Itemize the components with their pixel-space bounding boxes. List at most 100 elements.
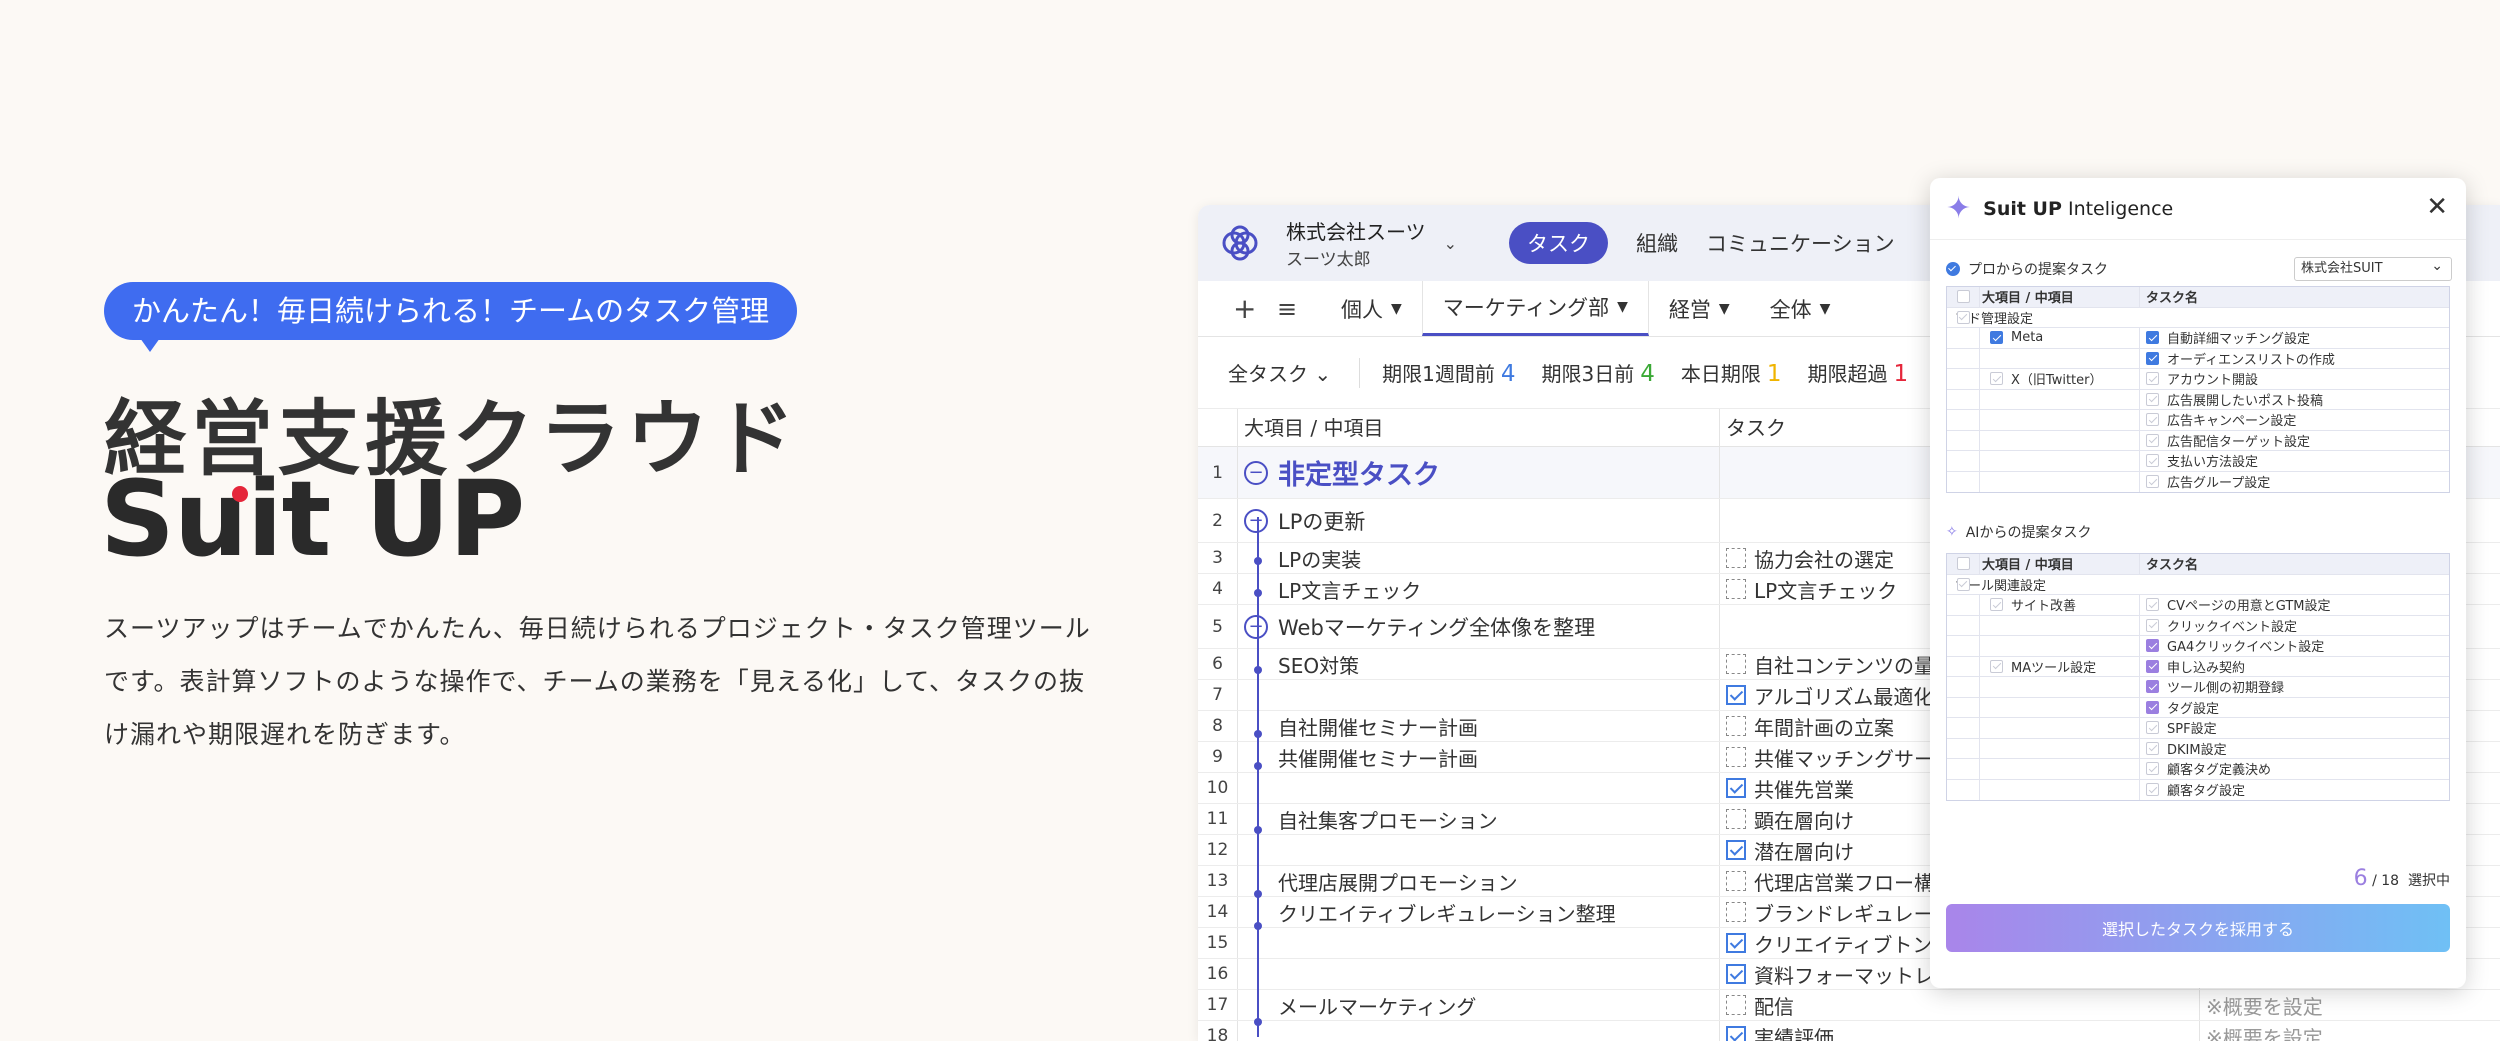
list-item[interactable]: 顧客タグ定義決め xyxy=(1947,759,2449,780)
task-label: 自社コンテンツの量 xyxy=(1754,653,1934,678)
category-cell: 代理店展開プロモーション xyxy=(1238,866,1720,896)
adopt-tasks-button[interactable]: 選択したタスクを採用する xyxy=(1946,904,2450,952)
category-checkbox[interactable] xyxy=(1990,659,2003,673)
all-tasks-dropdown[interactable]: 全タスク ⌄ xyxy=(1228,358,1331,387)
tab-personal[interactable]: 個人 ▼ xyxy=(1321,281,1422,336)
list-item[interactable]: X（旧Twitter） アカウント開設 xyxy=(1947,369,2449,390)
task-checkbox[interactable] xyxy=(1726,778,1746,798)
tab-all[interactable]: 全体 ▼ xyxy=(1750,281,1851,336)
row-checkbox[interactable] xyxy=(1956,310,1970,324)
task-checkbox[interactable] xyxy=(1726,964,1746,984)
task-checkbox[interactable] xyxy=(1726,548,1746,568)
group-title: 非定型タスク xyxy=(1278,460,1440,491)
sparkle-icon: ✦ xyxy=(1946,191,1972,226)
row-number: 6 xyxy=(1198,649,1238,679)
task-cell: 広告配信ターゲット設定 xyxy=(2139,430,2449,450)
task-checkbox[interactable] xyxy=(2146,392,2159,406)
close-icon[interactable]: ✕ xyxy=(2426,192,2448,222)
task-checkbox[interactable] xyxy=(1726,1026,1746,1041)
list-item[interactable]: 支払い方法設定 xyxy=(1947,451,2449,472)
company-switcher[interactable]: 株式会社スーツ スーツ太郎 xyxy=(1286,216,1426,270)
list-item[interactable]: クリックイベント設定 xyxy=(1947,615,2449,636)
list-item[interactable]: ツール関連設定 xyxy=(1947,575,2449,595)
filter-count: 1 xyxy=(1893,361,1909,387)
task-checkbox[interactable] xyxy=(1726,747,1746,767)
selected-label: 選択中 xyxy=(2408,873,2450,889)
nav-tab-tasks[interactable]: タスク xyxy=(1509,222,1609,264)
collapse-icon[interactable]: − xyxy=(1244,508,1268,533)
nav-tab-communication[interactable]: コミュニケーション xyxy=(1706,228,1895,258)
task-checkbox[interactable] xyxy=(2146,618,2159,632)
list-item[interactable]: SPF設定 xyxy=(1947,718,2449,739)
category-checkbox[interactable] xyxy=(1990,331,2003,345)
list-item[interactable]: MAツール設定 申し込み契約 xyxy=(1947,656,2449,677)
list-item[interactable]: DKIM設定 xyxy=(1947,738,2449,759)
filter-today[interactable]: 本日期限 1 xyxy=(1681,358,1782,387)
plus-icon[interactable]: + xyxy=(1233,281,1277,336)
tab-management[interactable]: 経営 ▼ xyxy=(1649,281,1750,336)
collapse-icon[interactable]: − xyxy=(1244,460,1268,485)
tab-marketing[interactable]: マーケティング部 ▼ xyxy=(1421,281,1649,336)
task-checkbox[interactable] xyxy=(2146,433,2159,447)
list-item[interactable]: サイト改善 CVページの用意とGTM設定 xyxy=(1947,595,2449,616)
task-checkbox[interactable] xyxy=(2146,659,2159,673)
filter-3days[interactable]: 期限3日前 4 xyxy=(1542,358,1655,387)
task-checkbox[interactable] xyxy=(1726,716,1746,736)
list-item[interactable]: 広告配信ターゲット設定 xyxy=(1947,430,2449,451)
menu-icon[interactable]: ≡ xyxy=(1277,281,1321,336)
row-checkbox[interactable] xyxy=(1956,577,1970,591)
task-checkbox[interactable] xyxy=(2146,475,2159,489)
task-checkbox[interactable] xyxy=(2146,721,2159,735)
list-item[interactable]: アド管理設定 xyxy=(1947,308,2449,328)
list-item[interactable]: 顧客タグ設定 xyxy=(1947,779,2449,800)
list-item[interactable]: オーディエンスリストの作成 xyxy=(1947,348,2449,369)
hero-badge: かんたん！毎日続けられる！チームのタスク管理 xyxy=(104,282,798,352)
task-checkbox[interactable] xyxy=(1726,579,1746,599)
list-item[interactable]: 広告展開したいポスト投稿 xyxy=(1947,389,2449,410)
task-checkbox[interactable] xyxy=(2146,413,2159,427)
task-label: アカウント開設 xyxy=(2167,373,2259,389)
task-checkbox[interactable] xyxy=(2146,331,2159,345)
list-item[interactable]: 広告キャンペーン設定 xyxy=(1947,410,2449,431)
task-checkbox[interactable] xyxy=(2146,372,2159,386)
table-row[interactable]: 18 実績評価 ※概要を設定 xyxy=(1198,1021,2500,1041)
filter-count: 1 xyxy=(1766,361,1782,387)
task-checkbox[interactable] xyxy=(2146,700,2159,714)
select-all-checkbox[interactable] xyxy=(1956,557,1970,571)
task-checkbox[interactable] xyxy=(1726,871,1746,891)
filter-week[interactable]: 期限1週間前 4 xyxy=(1382,358,1515,387)
task-checkbox[interactable] xyxy=(2146,598,2159,612)
collapse-icon[interactable]: − xyxy=(1244,614,1268,639)
suitup-logo-icon xyxy=(1222,225,1258,261)
chevron-down-icon[interactable]: ⌄ xyxy=(1444,234,1457,253)
task-checkbox[interactable] xyxy=(1726,685,1746,705)
task-checkbox[interactable] xyxy=(1726,840,1746,860)
task-checkbox[interactable] xyxy=(2146,454,2159,468)
select-all-checkbox[interactable] xyxy=(1956,290,1970,304)
list-item[interactable]: タグ設定 xyxy=(1947,697,2449,718)
task-checkbox[interactable] xyxy=(2146,741,2159,755)
task-checkbox[interactable] xyxy=(1726,995,1746,1015)
ai-task-table: 大項目 / 中項目 タスク名 ツール関連設定 サイト改善 CVページの用意とGTM設… xyxy=(1946,553,2450,801)
table-row[interactable]: 17 メールマーケティング 配信 ※概要を設定 xyxy=(1198,990,2500,1021)
list-item[interactable]: ツール側の初期登録 xyxy=(1947,677,2449,698)
filter-overdue[interactable]: 期限超過 1 xyxy=(1808,358,1909,387)
task-checkbox[interactable] xyxy=(2146,351,2159,365)
task-checkbox[interactable] xyxy=(2146,639,2159,653)
category-checkbox[interactable] xyxy=(1990,598,2003,612)
task-checkbox[interactable] xyxy=(2146,680,2159,694)
task-checkbox[interactable] xyxy=(1726,902,1746,922)
task-label: 潜在層向け xyxy=(1754,839,1854,864)
nav-tab-organization[interactable]: 組織 xyxy=(1636,228,1678,258)
task-checkbox[interactable] xyxy=(2146,762,2159,776)
task-checkbox[interactable] xyxy=(1726,933,1746,953)
task-checkbox[interactable] xyxy=(1726,654,1746,674)
category-checkbox[interactable] xyxy=(1990,372,2003,386)
list-item[interactable]: Meta 自動詳細マッチング設定 xyxy=(1947,328,2449,349)
category-cell: MAツール設定 xyxy=(1979,656,2139,676)
list-item[interactable]: GA4クリックイベント設定 xyxy=(1947,636,2449,657)
task-checkbox[interactable] xyxy=(1726,809,1746,829)
list-item[interactable]: 広告グループ設定 xyxy=(1947,471,2449,492)
company-select[interactable]: 株式会社SUIT xyxy=(2294,255,2452,281)
task-checkbox[interactable] xyxy=(2146,783,2159,797)
